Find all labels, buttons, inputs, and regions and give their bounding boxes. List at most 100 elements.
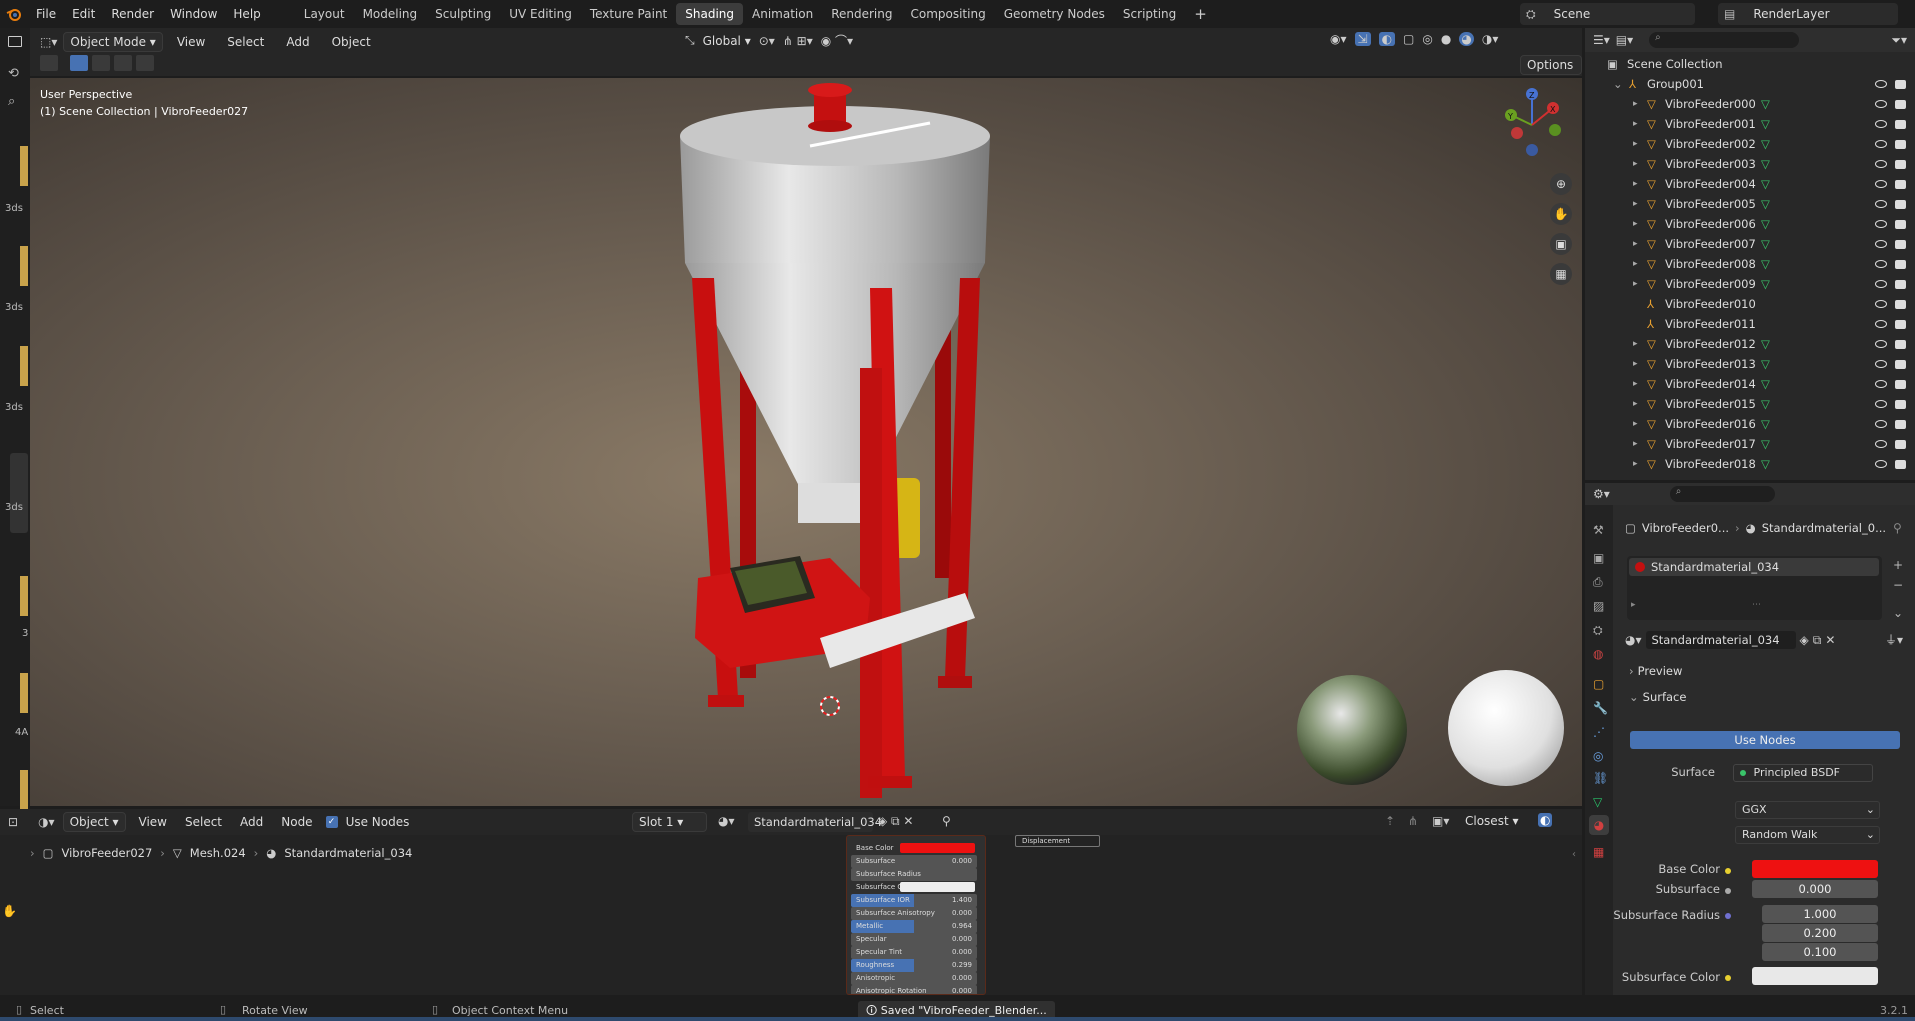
outliner-item[interactable]: ▸ ▽ VibroFeeder008 ▽ — [1585, 254, 1915, 274]
zoom-icon[interactable]: ⊕ — [1550, 173, 1572, 195]
node-input-row[interactable]: Metallic 0.964 — [851, 920, 977, 933]
expand-arrow-icon[interactable]: ▸ — [1633, 394, 1638, 414]
shader-type-icon[interactable]: ◑▾ — [38, 815, 55, 829]
mesh-data-icon[interactable]: ▽ — [1761, 274, 1770, 294]
tool-cursor-icon[interactable] — [40, 55, 58, 71]
tab-uv-editing[interactable]: UV Editing — [500, 3, 581, 25]
fake-user-icon[interactable]: ◈ ⧉ ✕ — [878, 814, 913, 829]
select-box-icon[interactable] — [70, 55, 88, 71]
material-tab-icon[interactable]: ◕ — [1589, 815, 1609, 835]
outliner-item[interactable]: ▸ ▽ VibroFeeder009 ▽ — [1585, 274, 1915, 294]
expand-arrow-icon[interactable]: ▸ — [1633, 254, 1638, 274]
tab-rendering[interactable]: Rendering — [822, 3, 901, 25]
eye-icon[interactable] — [1875, 160, 1887, 168]
visibility-icon[interactable]: ◉▾ — [1330, 32, 1347, 46]
shader-object-dropdown[interactable]: Object ▾ — [62, 812, 126, 832]
expand-icon[interactable]: ▸ — [1631, 600, 1636, 610]
tab-layout[interactable]: Layout — [295, 3, 354, 25]
tab-animation[interactable]: Animation — [743, 3, 822, 25]
tab-compositing[interactable]: Compositing — [901, 3, 994, 25]
search-icon[interactable]: ⌕ — [8, 94, 15, 109]
camera-icon[interactable] — [1895, 300, 1906, 309]
camera-icon[interactable] — [1895, 320, 1906, 329]
node-input-row[interactable]: Anisotropic Rotation 0.000 — [851, 985, 977, 994]
outliner-item[interactable]: ▸ ▽ VibroFeeder012 ▽ — [1585, 334, 1915, 354]
expand-arrow-icon[interactable]: ▸ — [1633, 434, 1638, 454]
render-layer-name[interactable]: RenderLayer — [1753, 7, 1829, 21]
camera-icon[interactable] — [1895, 180, 1906, 189]
use-nodes-checkbox[interactable]: ✓ — [325, 816, 338, 828]
pivot-icon[interactable]: ⊙▾ — [759, 34, 775, 48]
surface-panel-header[interactable]: ⌄ Surface — [1615, 687, 1913, 707]
object-mode-dropdown[interactable]: Object Mode ▾ — [63, 32, 163, 52]
node-input-row[interactable]: Anisotropic 0.000 — [851, 972, 977, 985]
render-tab-icon[interactable]: ▣ — [1593, 551, 1604, 565]
camera-icon[interactable] — [1895, 400, 1906, 409]
camera-icon[interactable] — [1895, 380, 1906, 389]
preview-panel-header[interactable]: › Preview — [1615, 661, 1913, 681]
material-name-field[interactable]: Standardmaterial_034 — [1645, 631, 1796, 649]
outliner-group[interactable]: ⌄ ⅄ Group001 — [1585, 74, 1915, 94]
pan-hand-icon[interactable]: ✋ — [1550, 203, 1572, 225]
node-menu-node[interactable]: Node — [276, 812, 317, 832]
menu-render[interactable]: Render — [103, 0, 162, 28]
expand-arrow-icon[interactable]: ▸ — [1633, 194, 1638, 214]
mesh-data-icon[interactable]: ▽ — [1761, 154, 1770, 174]
outliner-item[interactable]: ⅄ VibroFeeder011 — [1585, 314, 1915, 334]
subsurface-radius-y[interactable]: 0.200 — [1762, 924, 1878, 942]
node-input-row[interactable]: Subsurface Anisotropy 0.000 — [851, 907, 977, 920]
tab-geometry-nodes[interactable]: Geometry Nodes — [995, 3, 1114, 25]
subsurface-field[interactable]: 0.000 — [1752, 880, 1878, 898]
parent-node-tree-icon[interactable]: ⇡ — [1385, 814, 1395, 828]
expand-arrow-icon[interactable]: ▸ — [1633, 274, 1638, 294]
outliner-item[interactable]: ▸ ▽ VibroFeeder004 ▽ — [1585, 174, 1915, 194]
snap-target-icon[interactable]: ▣▾ — [1432, 814, 1449, 828]
modifier-tab-icon[interactable]: 🔧 — [1593, 701, 1608, 715]
select-subtract-icon[interactable] — [114, 55, 132, 71]
slot-dropdown[interactable]: Slot 1 ▾ — [632, 812, 707, 832]
mesh-data-icon[interactable]: ▽ — [1761, 394, 1770, 414]
tab-sculpting[interactable]: Sculpting — [426, 3, 500, 25]
menu-window[interactable]: Window — [162, 0, 225, 28]
expand-arrow-icon[interactable]: ▸ — [1633, 214, 1638, 234]
node-color-swatch[interactable] — [900, 843, 975, 853]
outliner-item[interactable]: ▸ ▽ VibroFeeder006 ▽ — [1585, 214, 1915, 234]
navigation-gizmo[interactable]: Z Y X — [1495, 88, 1570, 163]
eye-icon[interactable] — [1875, 100, 1887, 108]
eye-icon[interactable] — [1875, 420, 1887, 428]
eye-icon[interactable] — [1875, 180, 1887, 188]
subsurface-radius-x[interactable]: 1.000 — [1762, 905, 1878, 923]
gizmo-icon[interactable]: ⇲ — [1354, 32, 1371, 46]
asset-thumb[interactable] — [10, 453, 28, 533]
filter-icon[interactable]: ⏷▾ — [1891, 33, 1907, 48]
breadcrumb-material[interactable]: Standardmaterial_034 — [284, 846, 412, 860]
eye-icon[interactable] — [1875, 460, 1887, 468]
breadcrumb-object[interactable]: VibroFeeder027 — [61, 846, 152, 860]
asset-thumb[interactable] — [20, 576, 28, 616]
asset-thumb[interactable] — [20, 770, 28, 810]
snap-icon[interactable]: ⋔ — [1408, 814, 1418, 828]
material-browse-icon[interactable]: ◕▾ — [718, 814, 735, 828]
node-menu-select[interactable]: Select — [180, 812, 227, 832]
folder-icon[interactable] — [8, 36, 22, 47]
outliner-item[interactable]: ▸ ▽ VibroFeeder000 ▽ — [1585, 94, 1915, 114]
xray-icon[interactable]: ▢ — [1403, 32, 1414, 46]
expand-arrow-icon[interactable]: ▸ — [1633, 94, 1638, 114]
add-workspace-button[interactable]: + — [1185, 3, 1216, 25]
viewport-menu-add[interactable]: Add — [278, 32, 317, 52]
viewport-menu-object[interactable]: Object — [324, 32, 379, 52]
outliner-item[interactable]: ▸ ▽ VibroFeeder007 ▽ — [1585, 234, 1915, 254]
outliner-item[interactable]: ▸ ▽ VibroFeeder014 ▽ — [1585, 374, 1915, 394]
outliner-item[interactable]: ▸ ▽ VibroFeeder001 ▽ — [1585, 114, 1915, 134]
particles-tab-icon[interactable]: ⋰ — [1593, 725, 1605, 739]
camera-icon[interactable] — [1895, 360, 1906, 369]
duplicate-icon[interactable]: ⧉ — [1813, 633, 1822, 648]
material-shading-icon[interactable]: ◕ — [1459, 32, 1474, 46]
breadcrumb-mesh[interactable]: Mesh.024 — [190, 846, 246, 860]
scene-name[interactable]: Scene — [1554, 7, 1591, 21]
camera-icon[interactable] — [1895, 220, 1906, 229]
eye-icon[interactable] — [1875, 240, 1887, 248]
base-color-swatch[interactable] — [1752, 860, 1878, 878]
node-input-row[interactable]: Specular 0.000 — [851, 933, 977, 946]
eye-icon[interactable] — [1875, 300, 1887, 308]
